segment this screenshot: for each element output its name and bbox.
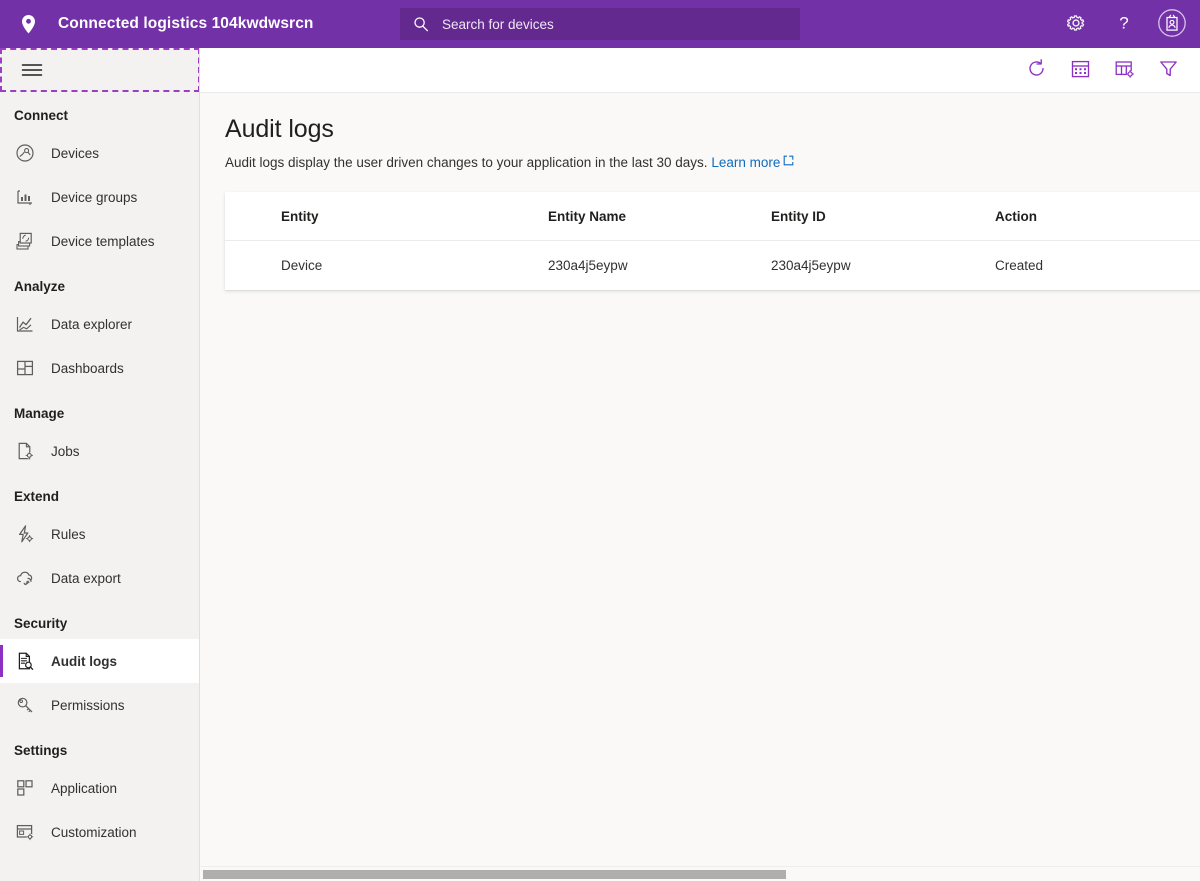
column-options-icon bbox=[1114, 58, 1135, 82]
svg-text:?: ? bbox=[1119, 13, 1128, 32]
column-header-entity-name[interactable]: Entity Name bbox=[548, 192, 771, 241]
learn-more-link[interactable]: Learn more bbox=[711, 155, 780, 170]
devices-icon bbox=[12, 141, 38, 165]
column-options-button[interactable] bbox=[1104, 50, 1144, 90]
sidebar-item-label: Application bbox=[51, 781, 117, 796]
question-mark-icon: ? bbox=[1114, 13, 1134, 36]
page-title: Audit logs bbox=[200, 93, 1200, 144]
search-input[interactable] bbox=[436, 9, 800, 39]
sidebar-item-rules[interactable]: Rules bbox=[0, 512, 199, 556]
page-description-text: Audit logs display the user driven chang… bbox=[225, 155, 708, 170]
app-title: Connected logistics 104kwdwsrcn bbox=[58, 15, 313, 33]
hamburger-icon bbox=[16, 55, 48, 85]
sidebar-item-jobs[interactable]: Jobs bbox=[0, 429, 199, 473]
settings-button[interactable] bbox=[1054, 2, 1098, 46]
key-icon bbox=[12, 693, 38, 717]
rules-lightning-gear-icon bbox=[12, 522, 38, 546]
column-header-entity-id[interactable]: Entity ID bbox=[771, 192, 995, 241]
filter-button[interactable] bbox=[1148, 50, 1188, 90]
sidebar-item-devices[interactable]: Devices bbox=[0, 131, 199, 175]
sidebar-group-connect: Connect bbox=[0, 92, 199, 131]
refresh-button[interactable] bbox=[1016, 50, 1056, 90]
search-icon bbox=[406, 16, 436, 32]
filter-icon bbox=[1158, 58, 1179, 82]
table-header-row: Entity Entity Name Entity ID Action bbox=[225, 192, 1200, 241]
global-search[interactable] bbox=[400, 8, 800, 40]
page-toolbar bbox=[200, 48, 1200, 93]
sidebar-item-audit-logs[interactable]: Audit logs bbox=[0, 639, 199, 683]
sidebar-item-label: Device templates bbox=[51, 234, 155, 249]
refresh-icon bbox=[1026, 58, 1047, 82]
column-header-action[interactable]: Action bbox=[995, 192, 1200, 241]
cell-entity-name: 230a4j5eypw bbox=[548, 241, 771, 291]
sidebar-item-permissions[interactable]: Permissions bbox=[0, 683, 199, 727]
sidebar-item-label: Device groups bbox=[51, 190, 137, 205]
device-templates-icon bbox=[12, 229, 38, 253]
main-content: Audit logs Audit logs display the user d… bbox=[200, 93, 1200, 881]
sidebar-item-label: Data explorer bbox=[51, 317, 132, 332]
sidebar-item-application[interactable]: Application bbox=[0, 766, 199, 810]
app-header: Connected logistics 104kwdwsrcn bbox=[0, 0, 1200, 48]
sidebar-item-label: Permissions bbox=[51, 698, 125, 713]
line-chart-icon bbox=[12, 312, 38, 336]
page-description: Audit logs display the user driven chang… bbox=[200, 144, 1200, 170]
column-header-entity[interactable]: Entity bbox=[225, 192, 548, 241]
sidebar-item-label: Dashboards bbox=[51, 361, 124, 376]
date-range-button[interactable] bbox=[1060, 50, 1100, 90]
table-body: Device 230a4j5eypw 230a4j5eypw Created bbox=[225, 241, 1200, 291]
app-root: Connected logistics 104kwdwsrcn bbox=[0, 0, 1200, 881]
sidebar-item-customization[interactable]: Customization bbox=[0, 810, 199, 854]
sidebar-item-dashboards[interactable]: Dashboards bbox=[0, 346, 199, 390]
customization-window-gear-icon bbox=[12, 820, 38, 844]
sidebar-item-device-groups[interactable]: Device groups bbox=[0, 175, 199, 219]
sidebar-group-manage: Manage bbox=[0, 390, 199, 429]
account-badge-icon bbox=[1156, 7, 1188, 42]
brand: Connected logistics 104kwdwsrcn bbox=[0, 0, 313, 48]
cell-entity: Device bbox=[225, 241, 548, 291]
sidebar-item-data-explorer[interactable]: Data explorer bbox=[0, 302, 199, 346]
sidebar-group-extend: Extend bbox=[0, 473, 199, 512]
sidebar-group-settings: Settings bbox=[0, 727, 199, 766]
cloud-export-icon bbox=[12, 566, 38, 590]
cell-action: Created bbox=[995, 241, 1200, 291]
account-button[interactable] bbox=[1150, 2, 1194, 46]
audit-logs-table-card: Entity Entity Name Entity ID Action Devi… bbox=[225, 192, 1200, 290]
audit-logs-table: Entity Entity Name Entity ID Action Devi… bbox=[225, 192, 1200, 290]
sidebar: Connect Devices bbox=[0, 48, 200, 881]
table-header: Entity Entity Name Entity ID Action bbox=[225, 192, 1200, 241]
header-actions: ? bbox=[1054, 0, 1194, 48]
menu-toggle-button[interactable] bbox=[0, 48, 200, 92]
sidebar-group-analyze: Analyze bbox=[0, 263, 199, 302]
sidebar-item-label: Data export bbox=[51, 571, 121, 586]
external-link-icon bbox=[783, 154, 794, 169]
audit-log-document-icon bbox=[12, 649, 38, 673]
table-row[interactable]: Device 230a4j5eypw 230a4j5eypw Created bbox=[225, 241, 1200, 291]
gear-icon bbox=[1066, 13, 1086, 36]
device-groups-icon bbox=[12, 185, 38, 209]
location-pin-icon bbox=[14, 10, 42, 38]
sidebar-item-label: Devices bbox=[51, 146, 99, 161]
sidebar-item-label: Jobs bbox=[51, 444, 80, 459]
horizontal-scrollbar[interactable] bbox=[201, 866, 1200, 881]
jobs-document-gear-icon bbox=[12, 439, 38, 463]
sidebar-item-label: Rules bbox=[51, 527, 86, 542]
dashboard-grid-icon bbox=[12, 356, 38, 380]
sidebar-item-data-export[interactable]: Data export bbox=[0, 556, 199, 600]
help-button[interactable]: ? bbox=[1102, 2, 1146, 46]
sidebar-item-label: Audit logs bbox=[51, 654, 117, 669]
horizontal-scrollbar-thumb[interactable] bbox=[203, 870, 786, 879]
calendar-icon bbox=[1070, 58, 1091, 82]
cell-entity-id: 230a4j5eypw bbox=[771, 241, 995, 291]
sidebar-item-device-templates[interactable]: Device templates bbox=[0, 219, 199, 263]
application-tiles-icon bbox=[12, 776, 38, 800]
sidebar-item-label: Customization bbox=[51, 825, 137, 840]
sidebar-group-security: Security bbox=[0, 600, 199, 639]
